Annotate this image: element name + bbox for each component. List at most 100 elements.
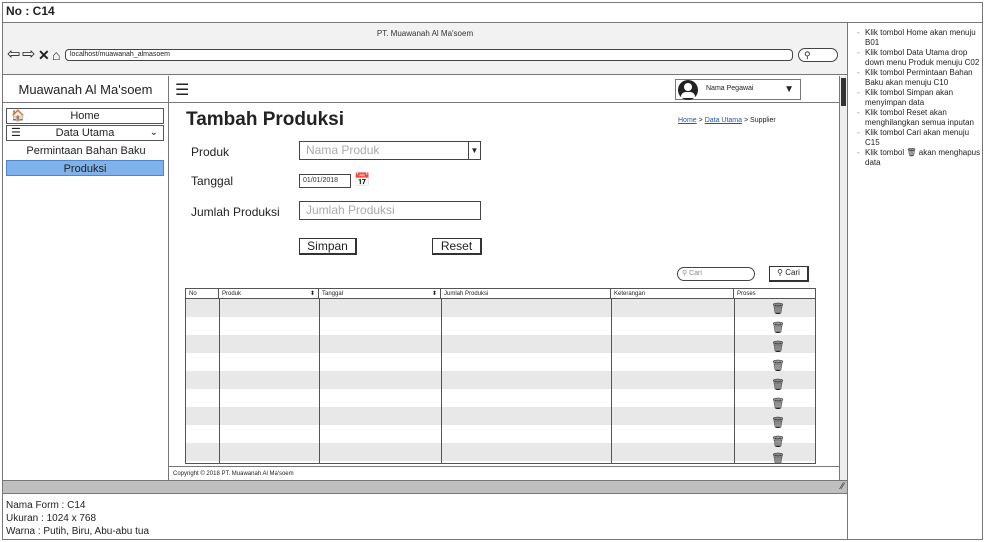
meta-nama-form: Nama Form : C14 [6,500,86,511]
column-divider [441,289,442,463]
note-item: Klik tombol Simpan akan menyimpan data [855,88,983,108]
brand-title: Muawanah Al Ma'soem [3,76,169,103]
footer-copyright: Copyright © 2018 PT. Muawanah Al Ma'soem [169,466,839,480]
page-title: Tambah Produksi [186,109,345,130]
trash-icon[interactable]: 🗑 [771,435,785,448]
avatar [678,80,698,100]
column-divider [611,289,612,463]
browser-search-field[interactable]: ⚲ [798,48,838,62]
table-row [186,407,815,425]
sidebar-item-produksi[interactable]: Produksi [6,160,164,176]
sort-icon: ⬍ [309,291,315,297]
caret-down-icon: ▼ [468,142,480,159]
breadcrumb: Home > Data Utama > Supplier [678,117,776,124]
jumlah-label: Jumlah Produksi [191,205,280,219]
note-item: Klik tombol 🗑 akan menghapus data [855,148,983,168]
breadcrumb-sep: > [698,117,703,124]
table-row [186,353,815,371]
sidebar-item-permintaan-bahan-baku[interactable]: Permintaan Bahan Baku [3,143,169,159]
trash-icon[interactable]: 🗑 [771,397,785,410]
form-number: No : C14 [6,4,55,18]
forward-icon[interactable]: ⇨ [22,47,35,63]
sidebar-item-home[interactable]: 🏠 Home [6,108,164,124]
table-row [186,443,815,461]
reset-button[interactable]: Reset [432,238,482,255]
note-item: Klik tombol Reset akan menghilangkan sem… [855,108,983,128]
column-header-label: Tanggal [322,291,344,297]
breadcrumb-data-utama[interactable]: Data Utama [705,117,742,124]
notes-list: Klik tombol Home akan menuju B01 Klik to… [855,28,983,168]
vertical-scrollbar[interactable] [839,76,847,480]
note-item: Klik tombol Cari akan menuju C15 [855,128,983,148]
trash-icon[interactable]: 🗑 [771,359,785,372]
table-row [186,389,815,407]
resize-grip-icon[interactable]: ⁄⁄ [841,481,844,491]
search-icon: ⚲ [777,268,783,277]
note-item: Klik tombol Permintaan Bahan Baku akan m… [855,68,983,88]
trash-icon[interactable]: 🗑 [771,416,785,429]
table-row [186,425,815,443]
chevron-down-icon: ⌄ [149,127,158,138]
browser-title: PT. Muawanah Al Ma'soem [376,29,474,38]
search-placeholder: Cari [689,270,702,277]
jumlah-produksi-input[interactable]: Jumlah Produksi [299,201,481,220]
table-row [186,317,815,335]
user-menu[interactable]: Nama Pegawai ▼ [675,79,801,100]
scrollbar-thumb[interactable] [841,78,846,106]
home-icon[interactable]: ⌂ [52,47,60,63]
table-header: No Produk ⬍ Tanggal ⬍ Jumlah Produksi Ke… [186,289,815,299]
calendar-icon[interactable]: 📅 [354,172,370,188]
status-bar: ⁄⁄ [3,480,847,494]
trash-icon[interactable]: 🗑 [771,452,785,463]
breadcrumb-current: Supplier [750,117,776,124]
produksi-table: No Produk ⬍ Tanggal ⬍ Jumlah Produksi Ke… [185,288,816,464]
back-icon[interactable]: ⇦ [7,47,20,63]
column-header-no: No [186,289,219,299]
notes-divider [847,22,848,540]
sidebar-item-label: Home [70,110,100,122]
trash-icon[interactable]: 🗑 [771,302,785,315]
url-bar[interactable]: localhost/muawanah_almasoem [65,49,793,61]
column-header-jumlah: Jumlah Produksi [441,289,611,299]
search-icon: ⚲ [804,50,811,60]
column-header-keterangan: Keterangan [611,289,734,299]
note-item: Klik tombol Home akan menuju B01 [855,28,983,48]
breadcrumb-home[interactable]: Home [678,117,697,124]
column-header-produk[interactable]: Produk ⬍ [219,289,319,299]
search-button-label: Cari [785,268,800,277]
note-text: Klik tombol [865,148,905,157]
breadcrumb-sep: > [744,117,749,124]
trash-icon[interactable]: 🗑 [771,321,785,334]
menu-icon[interactable]: ☰ [175,80,189,100]
column-divider [734,289,735,463]
column-header-tanggal[interactable]: Tanggal ⬍ [319,289,441,299]
table-row [186,335,815,353]
search-icon: ⚲ [682,270,688,277]
produk-select[interactable]: Nama Produk ▼ [299,141,481,160]
sidebar: 🏠 Home ☰ Data Utama ⌄ Permintaan Bahan B… [3,103,169,480]
column-header-label: Produk [222,291,242,297]
top-header: ☰ Nama Pegawai ▼ [169,76,839,103]
search-button[interactable]: ⚲ Cari [769,266,809,282]
note-item: Klik tombol Data Utama drop down menu Pr… [855,48,983,68]
column-header-proses: Proses [737,291,756,297]
tanggal-label: Tanggal [191,174,234,188]
meta-ukuran: Ukuran : 1024 x 768 [6,513,97,524]
table-row [186,299,815,317]
simpan-button[interactable]: Simpan [299,238,357,255]
home-icon: 🏠 [11,110,25,122]
tanggal-input[interactable]: 01/01/2018 [299,174,351,188]
search-input[interactable]: ⚲ Cari [677,267,755,281]
jumlah-placeholder: Jumlah Produksi [306,203,395,217]
trash-icon[interactable]: 🗑 [771,378,785,391]
table-row [186,371,815,389]
trash-icon[interactable]: 🗑 [771,340,785,353]
close-icon[interactable]: ✕ [38,47,50,63]
produk-placeholder: Nama Produk [306,143,380,157]
produk-label: Produk [191,145,230,159]
column-divider [219,289,220,463]
sidebar-item-data-utama[interactable]: ☰ Data Utama ⌄ [6,125,164,141]
sidebar-item-label: Data Utama [55,127,115,139]
browser-chrome: PT. Muawanah Al Ma'soem ⇦ ⇨ ✕ ⌂ localhos… [3,23,847,75]
trash-icon: 🗑 [906,148,917,157]
